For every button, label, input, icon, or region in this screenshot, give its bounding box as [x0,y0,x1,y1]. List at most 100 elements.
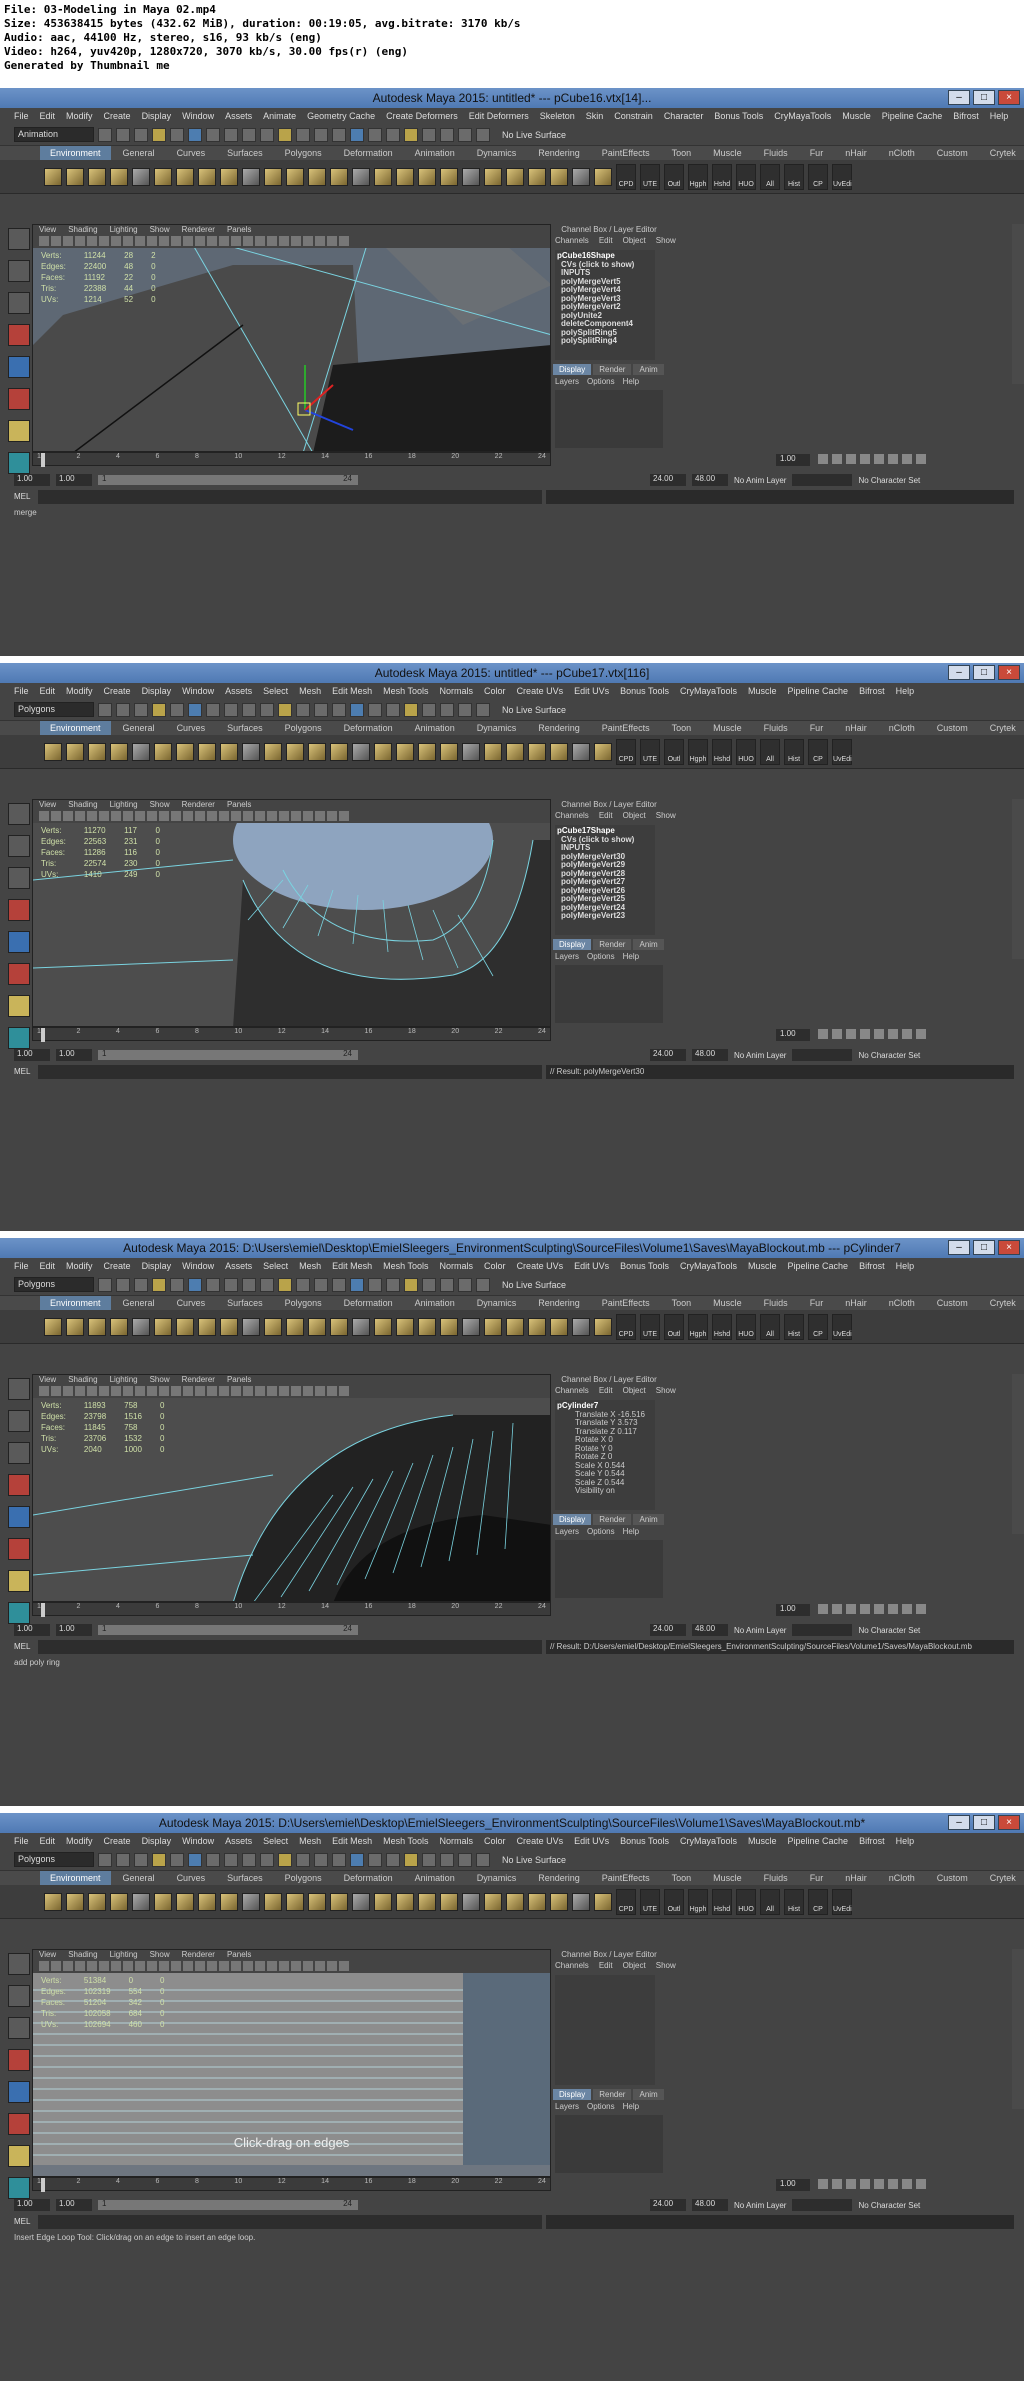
menu-item[interactable]: Help [896,1258,915,1274]
channel-box-tab[interactable]: Show [656,1386,676,1398]
viewport-tool-icon[interactable] [255,1386,265,1396]
playback-end-field[interactable]: 24.00 [650,2199,686,2211]
paint-select-icon[interactable] [8,2017,30,2039]
menu-item[interactable]: Color [484,683,506,699]
shelf-tab[interactable]: Fur [800,1296,834,1310]
select-tool-icon[interactable] [8,803,30,825]
shelf-tool-icon[interactable] [286,1892,304,1911]
status-line-icon[interactable] [260,1852,274,1867]
layer-menu-item[interactable]: Options [587,952,615,961]
viewport-tool-icon[interactable] [147,236,157,246]
shelf-tool-icon[interactable] [396,742,414,761]
maximize-button[interactable]: □ [973,90,995,105]
shelf-button[interactable]: CP [808,1888,828,1915]
shelf-tool-icon[interactable] [66,167,84,186]
shelf-tool-icon[interactable] [594,1317,612,1336]
viewport-menu-item[interactable]: Lighting [110,1950,138,1961]
shelf-tab[interactable]: nHair [835,721,877,735]
shelf-button[interactable]: CP [808,738,828,765]
shelf-button[interactable]: UTE [640,738,660,765]
channel-item[interactable]: polyMergeVert3 [557,295,653,304]
channel-item[interactable]: Rotate Z 0 [557,1453,653,1462]
viewport-tool-icon[interactable] [63,1961,73,1971]
shelf-tool-icon[interactable] [484,742,502,761]
rotate-tool-icon[interactable] [8,356,30,378]
shelf-tool-icon[interactable] [330,1317,348,1336]
status-line-icon[interactable] [440,127,454,142]
status-line-icon[interactable] [458,1277,472,1292]
menu-item[interactable]: Muscle [748,1258,777,1274]
shelf-tool-icon[interactable] [374,1892,392,1911]
layer-menu-item[interactable]: Layers [555,377,579,386]
shelf-tool-icon[interactable] [440,742,458,761]
shelf-tool-icon[interactable] [418,742,436,761]
shelf-button[interactable]: UTE [640,1888,660,1915]
shelf-tab[interactable]: Fluids [754,1296,798,1310]
status-line-icon[interactable] [242,127,256,142]
playback-button[interactable] [916,454,926,464]
shelf-tool-icon[interactable] [176,167,194,186]
layer-tab[interactable]: Anim [633,2089,664,2100]
status-line-icon[interactable] [458,702,472,717]
viewport-menu-item[interactable]: Panels [227,1375,251,1386]
playback-end-field[interactable]: 24.00 [650,1624,686,1636]
status-line-icon[interactable] [422,1277,436,1292]
shelf-tool-icon[interactable] [594,1892,612,1911]
menu-item[interactable]: Color [484,1833,506,1849]
attribute-editor-side-tabs[interactable] [1012,1949,1024,2109]
viewport-tool-icon[interactable] [111,1961,121,1971]
maximize-button[interactable]: □ [973,665,995,680]
channel-box-tab[interactable]: Show [656,236,676,248]
status-line-icon[interactable] [116,127,130,142]
channel-item[interactable]: polyMergeVert30 [557,853,653,862]
playback-button[interactable] [874,1029,884,1039]
channel-item[interactable]: INPUTS [557,269,653,278]
viewport-tool-icon[interactable] [243,1386,253,1396]
3d-viewport[interactable]: View Shading Lighting Show Renderer Panels Ver… [32,799,551,1027]
shelf-tab[interactable]: Rendering [528,1296,590,1310]
menu-item[interactable]: Geometry Cache [307,108,375,124]
viewport-menu-item[interactable]: Shading [68,1950,97,1961]
status-line-icon[interactable] [314,1852,328,1867]
viewport-tool-icon[interactable] [339,236,349,246]
status-line-icon[interactable] [332,702,346,717]
menu-item[interactable]: Skeleton [540,108,575,124]
viewport-menu-item[interactable]: View [39,1375,56,1386]
status-line-icon[interactable] [296,127,310,142]
viewport-tool-icon[interactable] [327,1961,337,1971]
viewport-tool-icon[interactable] [135,1961,145,1971]
status-line-icon[interactable] [134,1852,148,1867]
viewport-tool-icon[interactable] [255,1961,265,1971]
status-line-icon[interactable] [314,702,328,717]
layer-menu-item[interactable]: Options [587,1527,615,1536]
status-line-icon[interactable] [134,1277,148,1292]
shelf-button[interactable]: UvEdi [832,163,852,190]
shelf-tool-icon[interactable] [352,742,370,761]
viewport-tool-icon[interactable] [39,1961,49,1971]
status-line-icon[interactable] [116,702,130,717]
shelf-tab[interactable]: nCloth [879,146,925,160]
channel-item[interactable]: polyMergeVert28 [557,870,653,879]
shelf-tab[interactable]: Curves [167,146,216,160]
menu-item[interactable]: CryMayaTools [680,1833,737,1849]
viewport-tool-icon[interactable] [315,236,325,246]
shelf-tab[interactable]: Muscle [703,146,752,160]
scale-tool-icon[interactable] [8,1538,30,1560]
status-line-icon[interactable] [296,702,310,717]
shelf-tool-icon[interactable] [88,1317,106,1336]
status-line-icon[interactable] [170,702,184,717]
viewport-tool-icon[interactable] [207,811,217,821]
viewport-tool-icon[interactable] [195,1386,205,1396]
status-line-icon[interactable] [134,702,148,717]
status-line-icon[interactable] [260,702,274,717]
shelf-tool-icon[interactable] [220,1317,238,1336]
playback-button[interactable] [860,1029,870,1039]
viewport-menu-item[interactable]: Show [150,225,170,236]
shelf-tool-icon[interactable] [110,1892,128,1911]
shelf-tab[interactable]: PaintEffects [592,146,660,160]
channel-item[interactable]: polyMergeVert2 [557,303,653,312]
menu-item[interactable]: Help [896,683,915,699]
shelf-button[interactable]: UvEdi [832,1313,852,1340]
anim-layer-dropdown[interactable] [792,474,853,486]
viewport-tool-icon[interactable] [255,236,265,246]
